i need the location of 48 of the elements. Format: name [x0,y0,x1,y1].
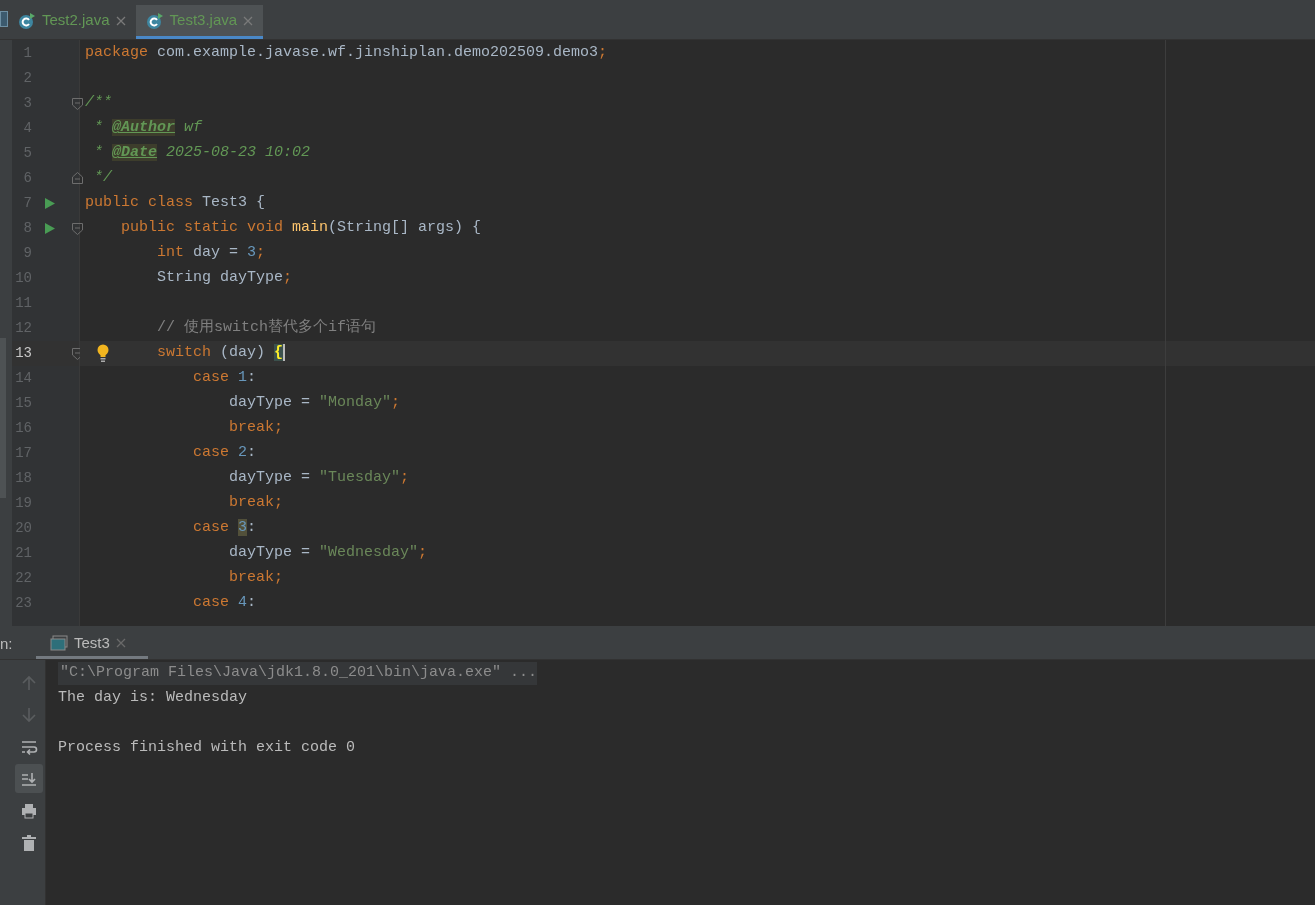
console-icon [50,635,68,651]
tab-label: Test2.java [42,10,110,31]
printer-icon [19,801,38,820]
code-line: dayType = "Tuesday"; [228,468,410,489]
trash-icon [19,833,38,852]
code-line: dayType = "Monday"; [228,393,401,414]
panel-icon[interactable] [0,11,8,27]
tab-label: Test3 [74,632,110,653]
console-line: The day is: Wednesday [58,688,248,709]
code-line: */ [93,168,112,189]
close-icon[interactable] [115,15,126,26]
fold-icon[interactable] [72,348,83,360]
code-line: * @Author wf [93,118,203,139]
arrow-down-icon [19,705,38,724]
class-icon [18,11,36,30]
code-line: switch (day) { [156,343,286,364]
code-line: break; [228,493,284,514]
code-line: break; [228,568,284,589]
code-line: dayType = "Wednesday"; [228,543,428,564]
code-line: case 1: [192,368,257,389]
fold-icon[interactable] [72,223,83,235]
code-line: * @Date 2025-08-23 10:02 [93,143,311,164]
code-line: // 使用switch替代多个if语句 [156,317,377,339]
tab-label: Test3.java [169,10,238,31]
code-line: break; [228,418,284,439]
code-line: String dayType; [156,268,293,289]
code-line: package com.example.javase.wf.jinshiplan.demo202509.demo3; [85,43,608,64]
fold-icon[interactable] [72,98,83,110]
run-icon[interactable] [45,198,55,209]
code-line: public class Test3 { [85,193,266,214]
scroll-to-end-button[interactable] [14,764,43,793]
fold-icon[interactable] [72,172,83,184]
code-line: case 4: [192,593,257,614]
file-tab[interactable]: Test2.java [8,5,136,39]
code-line: case 2: [192,443,257,464]
file-tab[interactable]: Test3.java [135,5,264,39]
panel-label: n: [0,634,14,655]
code-line: /** [85,93,112,114]
run-icon[interactable] [45,223,55,234]
close-icon[interactable] [115,638,126,648]
close-icon[interactable] [243,15,254,26]
run-tab[interactable]: Test3 [36,630,148,659]
console-line: Process finished with exit code 0 [58,738,356,759]
code-line: case 3: [192,518,257,539]
code-line: public static void main(String[] args) { [120,218,482,239]
code-line: int day = 3; [156,243,266,264]
class-icon [145,11,164,30]
line-number: 13 [14,344,32,363]
